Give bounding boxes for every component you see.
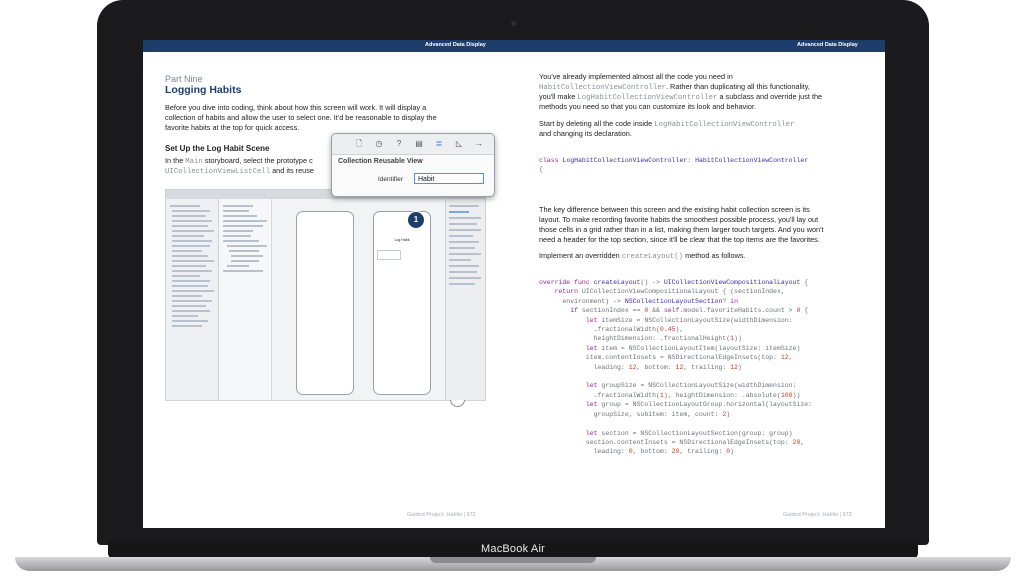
code-block-create-layout: override func createLayout() -> UICollec… <box>539 279 813 456</box>
section-line: UICollectionViewListCell and its reuse <box>165 166 314 176</box>
xcode-navigator <box>166 199 219 400</box>
header-right-title: Advanced Data Display <box>797 42 858 48</box>
help-icon[interactable]: ? <box>394 139 404 149</box>
body-line: You've already implemented almost all th… <box>539 72 733 81</box>
attributes-inspector-icon[interactable]: ≣ <box>434 139 444 149</box>
phone-scene-left <box>296 211 354 395</box>
right-page: You've already implemented almost all th… <box>514 52 885 528</box>
xcode-outline <box>219 199 272 400</box>
chapter-title: Logging Habits <box>165 84 242 96</box>
identity-inspector-icon[interactable]: ▤ <box>414 139 424 149</box>
left-page: Part Nine Logging Habits Before you dive… <box>143 52 514 528</box>
body-line: Implement an overridden createLayout() m… <box>539 251 746 261</box>
identifier-label: Identifier <box>378 176 403 183</box>
laptop-notch <box>430 557 596 563</box>
intro-line: collection of habits and allow the user … <box>165 113 437 122</box>
left-footer: Guided Project: Habits | 872 <box>407 512 476 518</box>
part-label: Part Nine <box>165 74 203 84</box>
popup-title: Collection Reusable View <box>338 158 423 165</box>
collection-cell <box>377 250 401 260</box>
inspector-tabs: 🗋 ◷ ? ▤ ≣ ◺ → <box>332 134 494 155</box>
right-footer: Guided Project: Habits | 873 <box>783 512 852 518</box>
device-brand: MacBook Air <box>481 543 545 555</box>
inspector-popup: 🗋 ◷ ? ▤ ≣ ◺ → Collection Reusable View I… <box>331 133 495 197</box>
code-block-declaration: class LogHabitCollectionViewController: … <box>539 157 809 174</box>
intro-line: Before you dive into coding, think about… <box>165 103 427 112</box>
chapter-header-bar: Advanced Data Display Advanced Data Disp… <box>143 40 885 52</box>
body-line: those cells in a grid rather than in a l… <box>539 225 824 234</box>
body-line: The key difference between this screen a… <box>539 205 810 214</box>
body-line: and changing its declaration. <box>539 129 632 138</box>
callout-badge: 1 <box>407 211 425 229</box>
camera <box>511 21 516 26</box>
body-line: layout. To make recording favorite habit… <box>539 215 819 224</box>
identifier-field[interactable]: Habit <box>414 173 484 184</box>
section-heading: Set Up the Log Habit Scene <box>165 144 270 153</box>
history-icon[interactable]: ◷ <box>374 139 384 149</box>
scene-title: Log Habit <box>394 238 410 242</box>
xcode-screenshot: Log Habit ⌕ <box>165 189 486 407</box>
body-line: need a header for the top section, since… <box>539 235 820 244</box>
file-inspector-icon[interactable]: 🗋 <box>354 139 364 149</box>
connections-inspector-icon[interactable]: → <box>474 139 484 149</box>
size-inspector-icon[interactable]: ◺ <box>454 139 464 149</box>
book-screen: Advanced Data Display Advanced Data Disp… <box>143 40 885 528</box>
intro-line: favorite habits at the top for quick acc… <box>165 123 300 132</box>
header-left-title: Advanced Data Display <box>425 42 486 48</box>
xcode-canvas: Log Habit ⌕ <box>272 199 465 407</box>
xcode-inspector <box>445 199 485 400</box>
body-line: methods you need so that you can customi… <box>539 102 757 111</box>
phone-scene-log-habit: Log Habit <box>373 211 431 395</box>
